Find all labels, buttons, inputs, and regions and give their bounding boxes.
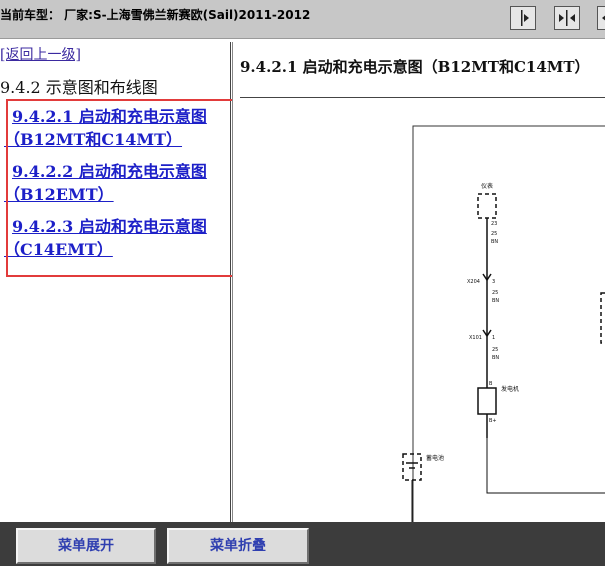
connector-x101-label: X101 <box>469 335 482 341</box>
generator-pin-bplus: B+ <box>489 418 497 424</box>
arrow-left-icon <box>602 15 605 21</box>
instrument-label: 仪表 <box>481 182 493 190</box>
battery-label: 蓄电池 <box>426 454 444 462</box>
wire-size-2: 25 <box>492 290 498 296</box>
wire-size-1: 25 <box>491 231 497 237</box>
bottom-toolbar: 菜单展开 菜单折叠 <box>0 522 605 566</box>
section-title: 9.4.2 示意图和布线图 <box>0 78 158 97</box>
instrument-box <box>477 193 497 219</box>
connector-x204-label: X204 <box>467 279 480 285</box>
next-page-button[interactable] <box>510 6 536 30</box>
instrument-pin: 23 <box>491 221 497 227</box>
arrow-right-icon <box>521 10 529 26</box>
battery-box <box>402 453 422 481</box>
wiring-diagram: 仪表 23 25 BN X204 3 25 BN X101 1 25 BN B … <box>402 125 605 522</box>
wire-color-2: BN <box>492 298 499 304</box>
content-title: 9.4.2.1 启动和充电示意图（B12MT和C14MT） <box>240 58 590 76</box>
wire-color-1: BN <box>491 239 498 245</box>
generator-pin-b: B <box>489 381 493 387</box>
back-link[interactable]: [返回上一级] <box>0 44 81 64</box>
generator-label: 发电机 <box>501 385 519 393</box>
connector-x101-pin: 1 <box>492 335 495 341</box>
menu-expand-button[interactable]: 菜单展开 <box>16 528 156 564</box>
generator-box <box>477 387 497 415</box>
wire-size-3: 25 <box>492 347 498 353</box>
diagram-frame <box>412 125 605 522</box>
partial-component-box <box>600 292 605 344</box>
vehicle-model-title: 当前车型： 厂家:S-上海雪佛兰新赛欧(Sail)2011-2012 <box>0 8 311 22</box>
wire-color-3: BN <box>492 355 499 361</box>
selection-highlight-box <box>6 99 244 277</box>
generator-output-wire <box>486 428 605 494</box>
content-pane: 9.4.2.1 启动和充电示意图（B12MT和C14MT） 仪表 23 25 B… <box>232 42 605 522</box>
fit-width-button[interactable] <box>554 6 580 30</box>
arrows-inward-icon <box>559 10 575 26</box>
prev-page-button[interactable] <box>597 6 605 30</box>
menu-collapse-button[interactable]: 菜单折叠 <box>167 528 309 564</box>
title-bar: 当前车型： 厂家:S-上海雪佛兰新赛欧(Sail)2011-2012 <box>0 0 605 39</box>
connector-x204-pin: 3 <box>492 279 495 285</box>
